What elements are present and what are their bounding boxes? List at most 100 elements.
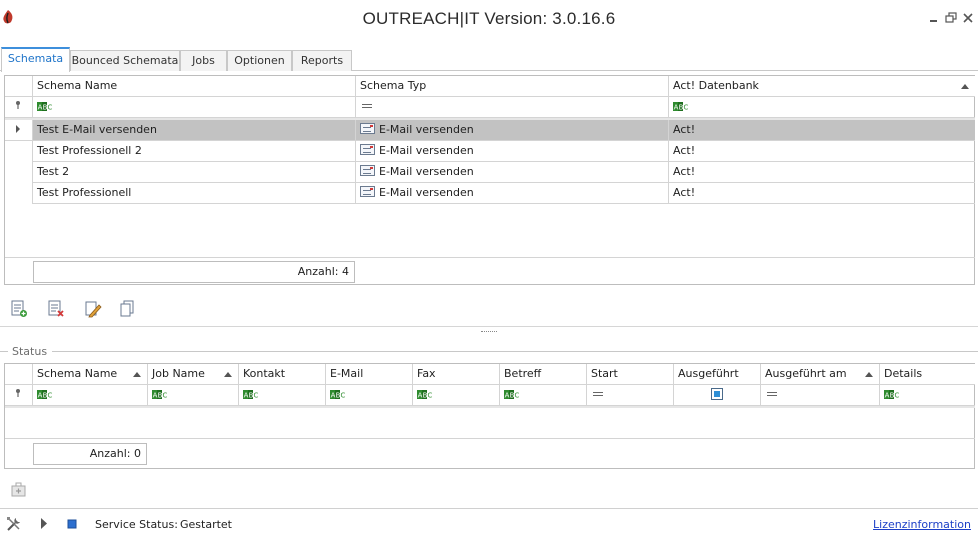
email-icon <box>360 186 375 197</box>
filter-email[interactable] <box>326 385 413 406</box>
splitter[interactable] <box>0 326 978 327</box>
filter-separator <box>5 406 975 408</box>
sort-ascending-icon <box>133 372 141 377</box>
filter-schema-typ[interactable] <box>356 97 669 118</box>
text-filter-icon <box>673 102 689 111</box>
row-indicator <box>5 162 33 183</box>
column-header-schema-name[interactable]: Schema Name <box>33 364 148 385</box>
checkbox-indeterminate-icon[interactable] <box>711 388 723 400</box>
filter-row-indicator <box>5 97 33 118</box>
column-header-schema-name[interactable]: Schema Name <box>33 76 356 97</box>
column-header-betreff[interactable]: Betreff <box>500 364 587 385</box>
filter-start[interactable] <box>587 385 674 406</box>
equals-filter-icon <box>593 392 603 396</box>
current-row-arrow-icon <box>16 125 20 133</box>
text-filter-icon <box>884 390 900 399</box>
status-group-title: Status <box>10 345 50 358</box>
column-header-ausgefuehrt[interactable]: Ausgeführt <box>674 364 761 385</box>
close-icon[interactable] <box>961 11 975 25</box>
edit-schema-icon[interactable] <box>84 300 102 318</box>
filter-details[interactable] <box>880 385 975 406</box>
cell-act-datenbank[interactable]: Act! <box>669 141 975 162</box>
filter-kontakt[interactable] <box>239 385 326 406</box>
filter-schema-name[interactable] <box>33 385 148 406</box>
cell-schema-name[interactable]: Test 2 <box>33 162 356 183</box>
cell-act-datenbank[interactable]: Act! <box>669 162 975 183</box>
stop-icon[interactable] <box>67 519 77 529</box>
splitter-grip-icon[interactable] <box>481 331 497 333</box>
email-icon <box>360 144 375 155</box>
tab-schemata[interactable]: Schemata <box>1 47 70 72</box>
equals-filter-icon <box>362 104 372 108</box>
cell-schema-typ-label: E-Mail versenden <box>379 144 474 157</box>
tab-optionen[interactable]: Optionen <box>227 50 292 71</box>
text-filter-icon <box>504 390 520 399</box>
column-header-kontakt[interactable]: Kontakt <box>239 364 326 385</box>
filter-ausgefuehrt[interactable] <box>674 385 761 406</box>
text-filter-icon <box>417 390 433 399</box>
filter-row-indicator <box>5 385 33 406</box>
row-count-footer: Anzahl: 0 <box>33 443 147 465</box>
status-grid: Schema Name Job Name Kontakt E-Mail Fax … <box>4 363 975 469</box>
tab-bounced-schemata[interactable]: Bounced Schemata <box>70 50 180 71</box>
minimize-icon[interactable] <box>927 11 941 25</box>
tools-icon[interactable] <box>6 516 22 532</box>
row-indicator-header <box>5 364 33 385</box>
column-header-email[interactable]: E-Mail <box>326 364 413 385</box>
filter-betreff[interactable] <box>500 385 587 406</box>
text-filter-icon <box>243 390 259 399</box>
column-header-label: Schema Name <box>37 367 118 380</box>
column-header-schema-typ[interactable]: Schema Typ <box>356 76 669 97</box>
cell-act-datenbank[interactable]: Act! <box>669 120 975 141</box>
column-header-job-name[interactable]: Job Name <box>148 364 239 385</box>
filter-ausgefuehrt-am[interactable] <box>761 385 880 406</box>
service-status-label: Service Status: <box>95 518 178 531</box>
column-header-start[interactable]: Start <box>587 364 674 385</box>
column-header-details[interactable]: Details <box>880 364 975 385</box>
column-header-ausgefuehrt-am[interactable]: Ausgeführt am <box>761 364 880 385</box>
license-info-link[interactable]: Lizenzinformation <box>873 518 971 531</box>
cell-schema-typ-label: E-Mail versenden <box>379 123 474 136</box>
cell-schema-typ[interactable]: E-Mail versenden <box>356 141 669 162</box>
email-icon <box>360 165 375 176</box>
filter-act-datenbank[interactable] <box>669 97 975 118</box>
title-bar: OUTREACH|IT Version: 3.0.16.6 <box>0 0 978 38</box>
tab-jobs[interactable]: Jobs <box>180 50 227 71</box>
window-title: OUTREACH|IT Version: 3.0.16.6 <box>362 9 616 28</box>
sort-ascending-icon <box>865 372 873 377</box>
delete-schema-icon[interactable] <box>47 300 65 318</box>
grid-footer-divider <box>5 438 975 439</box>
cell-schema-typ[interactable]: E-Mail versenden <box>356 162 669 183</box>
tab-reports[interactable]: Reports <box>292 50 352 71</box>
cell-schema-typ[interactable]: E-Mail versenden <box>356 120 669 141</box>
cell-schema-name[interactable]: Test Professionell 2 <box>33 141 356 162</box>
text-filter-icon <box>330 390 346 399</box>
copy-schema-icon[interactable] <box>119 300 137 318</box>
column-header-fax[interactable]: Fax <box>413 364 500 385</box>
cell-schema-name[interactable]: Test E-Mail versenden <box>33 120 356 141</box>
row-count-footer: Anzahl: 4 <box>33 261 355 283</box>
text-filter-icon <box>37 390 53 399</box>
restore-icon[interactable] <box>944 11 958 25</box>
cell-act-datenbank[interactable]: Act! <box>669 183 975 204</box>
filter-fax[interactable] <box>413 385 500 406</box>
column-header-act-datenbank[interactable]: Act! Datenbank <box>669 76 975 97</box>
filter-schema-name[interactable] <box>33 97 356 118</box>
sort-ascending-icon <box>961 84 969 89</box>
cell-schema-typ-label: E-Mail versenden <box>379 186 474 199</box>
service-status-value: Gestartet <box>180 518 232 531</box>
cell-schema-typ[interactable]: E-Mail versenden <box>356 183 669 204</box>
status-group-line <box>52 351 978 352</box>
new-schema-icon[interactable] <box>10 300 28 318</box>
play-icon[interactable] <box>40 518 48 529</box>
row-indicator-header <box>5 76 33 97</box>
add-job-icon[interactable] <box>10 481 28 499</box>
filter-job-name[interactable] <box>148 385 239 406</box>
cell-schema-name[interactable]: Test Professionell <box>33 183 356 204</box>
pin-icon <box>16 101 20 109</box>
tab-strip: Schemata Bounced Schemata Jobs Optionen … <box>0 47 978 72</box>
email-icon <box>360 123 375 134</box>
column-header-label: Act! Datenbank <box>673 79 759 92</box>
column-header-label: Ausgeführt am <box>765 367 847 380</box>
grid-footer-divider <box>5 257 975 258</box>
